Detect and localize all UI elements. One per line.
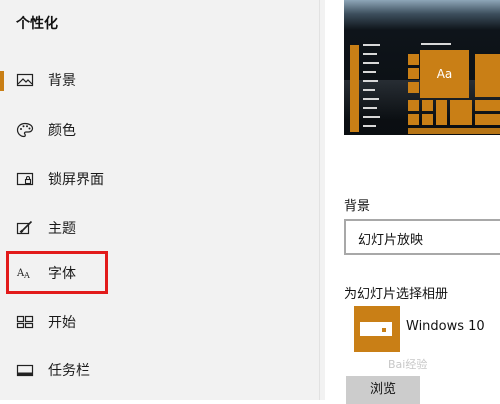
sidebar-item-taskbar[interactable]: 任务栏 [0, 353, 319, 387]
preview-tile [408, 68, 419, 79]
sidebar-title: 个性化 [16, 16, 58, 32]
preview-tile [422, 114, 433, 125]
preview-menu-line [363, 53, 377, 55]
sidebar-item-background[interactable]: 背景 [0, 63, 319, 97]
preview-menu-line [363, 44, 380, 46]
preview-tile [450, 100, 472, 125]
preview-menu-line [363, 98, 379, 100]
sidebar-item-label: 锁屏界面 [48, 172, 104, 188]
album-thumb-dot [382, 328, 386, 332]
preview-tile [475, 54, 500, 97]
preview-tile [408, 54, 419, 65]
background-label: 背景 [344, 199, 371, 214]
preview-tile [408, 114, 419, 125]
preview-menu-line [363, 116, 380, 118]
album-item[interactable]: Windows 10 [354, 306, 500, 361]
sidebar-divider [319, 0, 320, 400]
preview-group-line [421, 43, 451, 45]
preview-menu-line [363, 80, 378, 82]
preview-menu-line [363, 125, 376, 127]
preview-bottom-edge [344, 135, 500, 147]
album-folder-icon [354, 306, 400, 352]
preview-tile [475, 100, 500, 111]
preview-tile [408, 82, 419, 93]
sidebar-item-themes[interactable]: 主题 [0, 211, 319, 245]
picture-icon [16, 72, 34, 88]
baidu-watermark: Bai经验 [388, 358, 428, 371]
sidebar-item-label: 开始 [48, 315, 76, 331]
dropdown-value: 幻灯片放映 [358, 233, 424, 248]
sidebar: 个性化 背景 颜色 锁屏界面 主题 A A 字体 开始 任务栏 [0, 0, 325, 400]
background-type-dropdown[interactable]: 幻灯片放映 [344, 219, 500, 255]
preview-menu-line [363, 62, 379, 64]
preview-tile [422, 100, 433, 111]
sidebar-item-label: 背景 [48, 73, 76, 89]
start-grid-icon [16, 314, 34, 330]
sidebar-item-label: 颜色 [48, 123, 76, 139]
lock-screen-icon [16, 171, 34, 187]
preview-aa-tile: Aa [420, 50, 469, 98]
sidebar-item-start[interactable]: 开始 [0, 305, 319, 339]
theme-brush-icon [16, 220, 34, 236]
sidebar-item-lock-screen[interactable]: 锁屏界面 [0, 162, 319, 196]
preview-tile [408, 128, 500, 134]
preview-menu-line [363, 71, 376, 73]
preview-menu-line [363, 89, 375, 91]
preview-tile [475, 114, 500, 125]
fonts-highlight-annotation [6, 251, 108, 294]
palette-icon [16, 122, 34, 138]
taskbar-icon [16, 362, 34, 378]
preview-start-column [350, 45, 359, 132]
album-thumb-inner [360, 322, 392, 336]
sidebar-item-label: 主题 [48, 221, 76, 237]
sidebar-item-colors[interactable]: 颜色 [0, 113, 319, 147]
sidebar-item-label: 任务栏 [48, 363, 90, 379]
preview-tile [408, 100, 419, 111]
preview-menu-line [363, 107, 377, 109]
album-name: Windows 10 [406, 319, 485, 334]
preview-tile [436, 100, 447, 125]
album-section-label: 为幻灯片选择相册 [344, 287, 449, 302]
